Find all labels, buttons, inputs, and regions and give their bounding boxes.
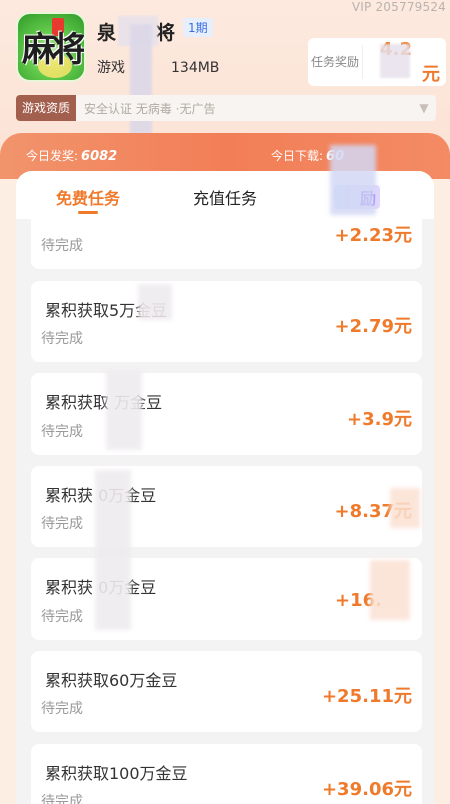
qualification-text: 安全认证 无病毒 ·无广告	[84, 101, 216, 116]
today-reward-value: 6082	[81, 149, 118, 164]
task-card[interactable]: 累积获取60万金豆 待完成 +25.11元	[31, 651, 422, 732]
blur-mask	[95, 470, 131, 630]
task-status: 待完成	[41, 516, 83, 532]
game-qualification-bar[interactable]: 游戏资质 安全认证 无病毒 ·无广告 ▼	[16, 95, 436, 121]
blur-mask-reward	[380, 44, 410, 78]
task-status: 待完成	[41, 701, 83, 717]
task-card[interactable]: 累积获取 万金豆 待完成 +3.9元	[31, 373, 422, 455]
task-amount: +2.79元	[334, 316, 413, 337]
app-icon: 麻将	[16, 12, 86, 82]
vip-id: VIP 205779524	[351, 0, 446, 14]
meta-label: 游戏	[97, 60, 125, 76]
task-status: 待完成	[41, 331, 83, 347]
task-amount: +3.9元	[347, 409, 412, 430]
blur-mask	[390, 488, 420, 528]
app-meta: 游戏 134MB	[97, 57, 219, 77]
blur-mask	[106, 370, 142, 450]
task-status: 待完成	[41, 238, 83, 254]
task-card[interactable]: 累积获 0万金豆 待完成 +8.37元	[31, 466, 422, 547]
today-reward-stat: 今日发奖: 6082	[26, 149, 118, 164]
qualification-tag: 游戏资质	[16, 95, 77, 121]
task-title: 累积获取60万金豆	[45, 671, 178, 690]
task-amount: +2.23元	[334, 225, 413, 246]
tab-recharge-tasks[interactable]: 充值任务	[193, 185, 257, 209]
blur-mask	[370, 560, 410, 620]
period-badge: 1期	[183, 18, 213, 37]
task-amount: +39.06元	[321, 779, 412, 800]
reward-label: 任务奖励	[310, 55, 359, 69]
task-card[interactable]: 累积获取5万金豆 待完成 +2.79元	[31, 281, 422, 362]
task-status: 待完成	[41, 424, 83, 440]
blur-mask	[330, 145, 376, 215]
app-name-suffix: 将	[156, 22, 176, 44]
task-card[interactable]: 累积获取100万金豆 待完成 +39.06元	[31, 744, 422, 804]
task-card[interactable]: 待完成 +2.23元	[31, 219, 422, 269]
tab-free-tasks[interactable]: 免费任务	[56, 185, 120, 209]
active-tab-indicator	[78, 211, 98, 214]
app-logo-text: 麻将	[22, 30, 84, 70]
meta-size: 134MB	[171, 60, 220, 76]
task-status: 待完成	[41, 609, 83, 625]
task-status: 待完成	[41, 794, 83, 804]
task-reward-box: 任务奖励 4.2元	[308, 38, 446, 86]
task-amount: +25.11元	[321, 686, 412, 707]
chevron-down-icon[interactable]: ▼	[412, 101, 436, 115]
task-title: 累积获取100万金豆	[45, 764, 188, 783]
blur-mask	[138, 284, 172, 320]
app-name-prefix: 泉	[97, 22, 117, 44]
task-card[interactable]: 累积获 0万金豆 待完成 +16.	[31, 558, 422, 640]
task-title: 累积获取 万金豆	[45, 393, 163, 412]
